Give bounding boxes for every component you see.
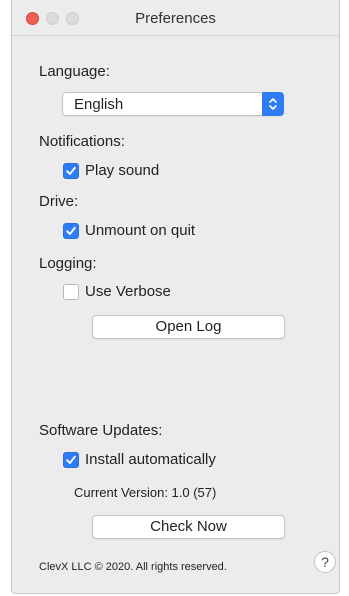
- use-verbose-row[interactable]: Use Verbose: [63, 283, 213, 303]
- unmount-on-quit-row[interactable]: Unmount on quit: [63, 222, 233, 242]
- copyright-text: ClevX LLC © 2020. All rights reserved.: [39, 561, 227, 573]
- language-select-value: English: [74, 96, 124, 113]
- window-title: Preferences: [135, 10, 216, 27]
- checkmark-icon: [66, 455, 76, 464]
- play-sound-checkbox[interactable]: [63, 163, 79, 179]
- use-verbose-label: Use Verbose: [85, 283, 171, 300]
- chevron-up-down-icon: [262, 92, 284, 116]
- unmount-on-quit-checkbox[interactable]: [63, 223, 79, 239]
- check-now-button[interactable]: Check Now: [92, 515, 285, 539]
- language-select[interactable]: English: [62, 92, 284, 116]
- play-sound-row[interactable]: Play sound: [63, 162, 213, 182]
- install-automatically-label: Install automatically: [85, 451, 216, 468]
- play-sound-label: Play sound: [85, 162, 160, 179]
- software-updates-label: Software Updates:: [39, 422, 163, 439]
- logging-label: Logging:: [39, 255, 97, 272]
- install-automatically-checkbox[interactable]: [63, 452, 79, 468]
- current-version-text: Current Version: 1.0 (57): [74, 485, 217, 500]
- open-log-button[interactable]: Open Log: [92, 315, 285, 339]
- notifications-label: Notifications:: [39, 133, 125, 150]
- drive-label: Drive:: [39, 193, 79, 210]
- checkmark-icon: [66, 226, 76, 235]
- unmount-on-quit-label: Unmount on quit: [85, 222, 196, 239]
- title-bar: Preferences: [12, 0, 339, 36]
- question-mark-icon: ?: [321, 554, 329, 570]
- use-verbose-checkbox[interactable]: [63, 284, 79, 300]
- install-automatically-row[interactable]: Install automatically: [63, 451, 263, 471]
- preferences-window: Preferences Language: English Notificati…: [11, 0, 340, 594]
- help-button[interactable]: ?: [314, 551, 336, 573]
- language-label: Language:: [39, 63, 110, 80]
- checkmark-icon: [66, 166, 76, 175]
